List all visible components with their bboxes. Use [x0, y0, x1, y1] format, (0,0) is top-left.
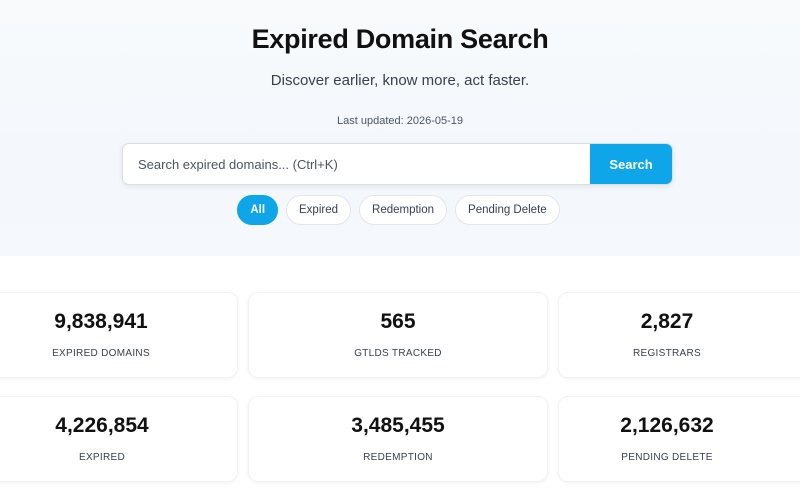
stat-label: EXPIRED DOMAINS: [52, 348, 150, 359]
stat-value: 3,485,455: [351, 414, 445, 437]
filter-pending-delete[interactable]: Pending Delete: [455, 195, 560, 225]
page-subtitle: Discover earlier, know more, act faster.: [270, 72, 530, 89]
search-bar: Search: [122, 143, 673, 185]
stat-card-gtlds-tracked: 565 GTLDS TRACKED: [248, 292, 548, 378]
stat-label: EXPIRED: [78, 452, 125, 463]
page-title: Expired Domain Search: [251, 24, 549, 54]
stat-label: PENDING DELETE: [621, 452, 713, 463]
stat-card-registrars: 2,827 REGISTRARS: [558, 292, 800, 378]
stats-section: 9,838,941 EXPIRED DOMAINS 565 GTLDS TRAC…: [0, 256, 800, 488]
stat-value: 2,126,632: [620, 414, 714, 437]
stat-value: 565: [380, 310, 416, 333]
stat-label: REDEMPTION: [363, 452, 433, 463]
search-button[interactable]: Search: [590, 144, 672, 184]
stat-value: 9,838,941: [54, 310, 148, 333]
search-input[interactable]: [123, 144, 590, 184]
stat-card-expired: 4,226,854 EXPIRED: [0, 396, 238, 482]
stat-card-expired-domains: 9,838,941 EXPIRED DOMAINS: [0, 292, 238, 378]
stat-card-pending-delete: 2,126,632 PENDING DELETE: [558, 396, 800, 482]
stat-label: REGISTRARS: [632, 348, 701, 359]
last-updated-text: Last updated: 2026-05-19: [337, 115, 463, 127]
status-filter-group: All Expired Redemption Pending Delete: [0, 195, 800, 225]
stat-value: 4,226,854: [55, 414, 149, 437]
filter-redemption[interactable]: Redemption: [359, 195, 448, 225]
stat-value: 2,827: [640, 310, 694, 333]
stat-label: GTLDS TRACKED: [354, 348, 442, 359]
hero-section: Expired Domain Search Discover earlier, …: [0, 0, 800, 256]
filter-all[interactable]: All: [237, 195, 279, 225]
filter-expired[interactable]: Expired: [286, 195, 352, 225]
stat-card-redemption: 3,485,455 REDEMPTION: [248, 396, 548, 482]
